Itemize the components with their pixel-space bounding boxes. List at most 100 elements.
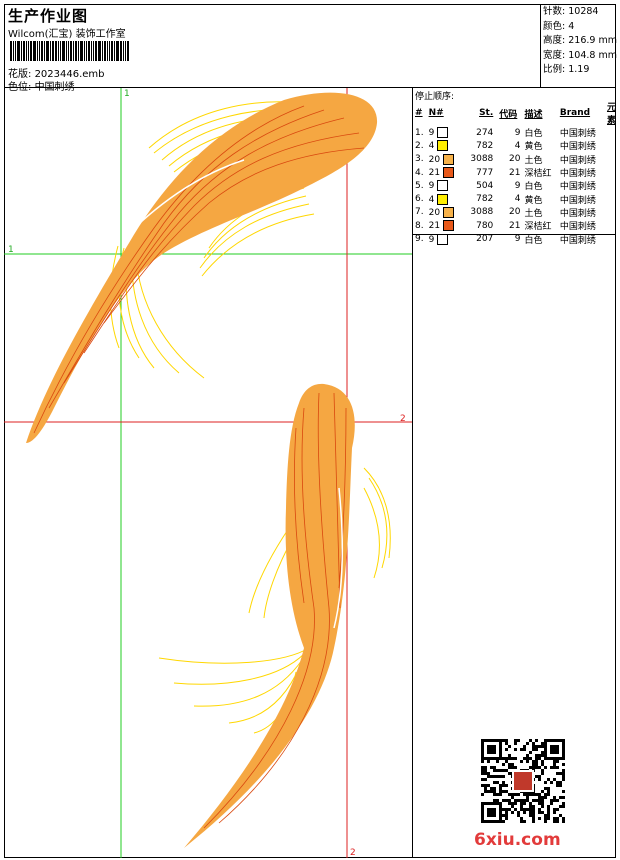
row-code: 21 (509, 167, 521, 178)
qr-module (553, 796, 556, 799)
row-brand: 中国刺绣 (559, 155, 596, 166)
table-row[interactable]: 7. 20 3088 20 土色 中国刺绣 (415, 206, 616, 219)
qr-module (505, 790, 508, 793)
qr-module (556, 772, 559, 775)
qr-module (541, 772, 544, 775)
qr-module (481, 778, 484, 781)
table-header-row: # N# St. 代码 描述 Brand 元素 (415, 100, 616, 126)
color-swatch (437, 180, 449, 192)
row-stitches: 777 (476, 167, 494, 178)
col-brand: Brand (559, 108, 591, 118)
qr-module (523, 799, 526, 802)
table-row[interactable]: 3. 20 3088 20 土色 中国刺绣 (415, 153, 616, 166)
row-description: 土色 (524, 155, 543, 166)
qr-module (523, 757, 526, 760)
fin-strands-bottom (158, 467, 391, 734)
row-index: 9. (415, 234, 424, 245)
row-brand: 中国刺绣 (559, 129, 596, 140)
row-index: 2. (415, 140, 424, 151)
qr-module (553, 811, 556, 814)
qr-module (520, 748, 523, 751)
qr-module (544, 766, 547, 769)
table-row[interactable]: 9. 9 207 9 白色 中国刺绣 (415, 232, 616, 246)
qr-module (520, 799, 523, 802)
qr-module (547, 778, 550, 781)
qr-module (508, 772, 511, 775)
qr-module (523, 820, 526, 823)
row-stitches: 780 (476, 220, 494, 231)
qr-module (499, 787, 502, 790)
qr-module (553, 820, 556, 823)
qr-module (529, 757, 532, 760)
barcode-bar (91, 41, 92, 61)
qr-module (529, 802, 532, 805)
qr-module (547, 793, 550, 796)
table-row[interactable]: 5. 9 504 9 白色 中国刺绣 (415, 179, 616, 192)
qr-module (517, 793, 520, 796)
qr-module (562, 772, 565, 775)
qr-module (496, 781, 499, 784)
barcode-bar (116, 41, 119, 61)
qr-module (484, 784, 487, 787)
barcode-bar (107, 41, 108, 61)
row-description: 土色 (524, 208, 543, 219)
row-element (607, 153, 616, 166)
barcode-bar (68, 41, 69, 61)
qr-module (484, 790, 487, 793)
row-needle: 4 (429, 139, 462, 152)
qr-module (502, 814, 505, 817)
barcode-bar (88, 41, 90, 61)
qr-module (505, 784, 508, 787)
qr-module (553, 778, 556, 781)
guide-label-green-h: 1 (8, 245, 14, 255)
qr-module (502, 757, 505, 760)
qr-module (487, 760, 490, 763)
qr-module (532, 814, 535, 817)
qr-module (562, 790, 565, 793)
qr-module (541, 754, 544, 757)
qr-module (523, 811, 526, 814)
studio-name: Wilcom(汇宝) 装饰工作室 (8, 29, 126, 40)
qr-module (481, 784, 484, 787)
qr-module (538, 757, 541, 760)
qr-module (496, 769, 499, 772)
qr-module (523, 808, 526, 811)
qr-module (508, 799, 511, 802)
qr-module (535, 745, 538, 748)
qr-module (541, 745, 544, 748)
qr-module (487, 784, 490, 787)
barcode-bar (80, 41, 83, 61)
qr-module (496, 799, 499, 802)
qr-module (493, 781, 496, 784)
table-row[interactable]: 1. 9 274 9 白色 中国刺绣 (415, 126, 616, 139)
table-row[interactable]: 2. 4 782 4 黄色 中国刺绣 (415, 139, 616, 152)
barcode-bar (75, 41, 77, 61)
barcode-bar (46, 41, 49, 61)
qr-module (490, 775, 493, 778)
qr-module (559, 814, 562, 817)
barcode-bar (21, 41, 22, 61)
row-stitches: 504 (476, 180, 494, 191)
qr-module (553, 763, 556, 766)
qr-module (547, 811, 550, 814)
qr-module (511, 763, 514, 766)
table-row[interactable]: 6. 4 782 4 黄色 中国刺绣 (415, 192, 616, 206)
qr-module (529, 793, 532, 796)
table-row[interactable]: 4. 21 777 21 深桔红 中国刺绣 (415, 166, 616, 179)
qr-module (538, 796, 541, 799)
qr-module (511, 757, 514, 760)
row-element (607, 179, 616, 192)
row-element (607, 166, 616, 179)
qr-module (535, 763, 538, 766)
qr-module (499, 775, 502, 778)
qr-module (526, 760, 529, 763)
barcode-bar (123, 41, 124, 61)
qr-module (481, 766, 484, 769)
qr-module (499, 793, 502, 796)
qr-module (532, 805, 535, 808)
qr-module (496, 775, 499, 778)
color-swatch (437, 233, 449, 245)
qr-module (508, 766, 511, 769)
table-row[interactable]: 8. 21 780 21 深桔红 中国刺绣 (415, 219, 616, 232)
qr-module (562, 802, 565, 805)
